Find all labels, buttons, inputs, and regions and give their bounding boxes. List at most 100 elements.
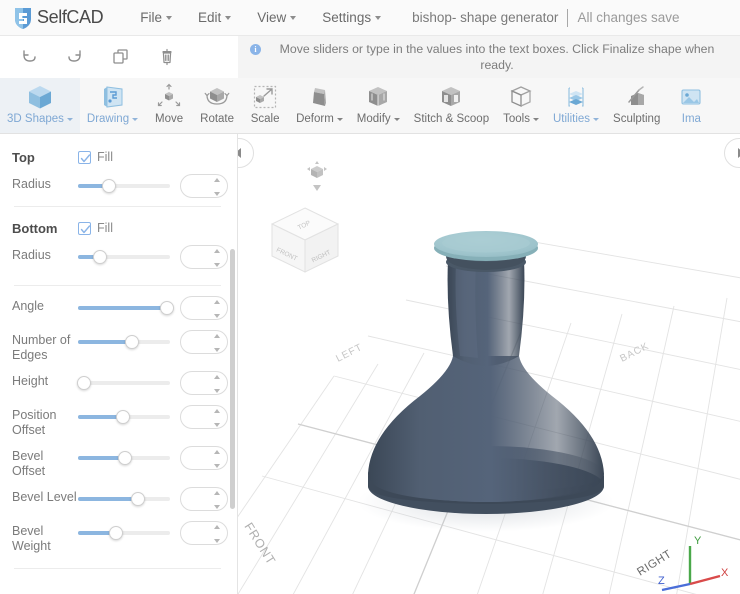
ribbon-tool-tools[interactable]: Tools [496,78,546,133]
stepper-down-icon[interactable] [214,389,220,393]
menu-item-file[interactable]: File [127,6,185,29]
menu-item-settings[interactable]: Settings [309,6,394,29]
panel-scrollbar[interactable] [230,249,235,509]
stepper-up-icon[interactable] [214,249,220,253]
ribbon-tool-rotate[interactable]: Rotate [193,78,241,133]
param-stepper-angle[interactable] [214,300,221,318]
stepper-up-icon[interactable] [214,409,220,413]
param-stepper-bevel-weight[interactable] [214,525,221,543]
menu-item-edit[interactable]: Edit [185,6,244,29]
stepper-down-icon[interactable] [214,423,220,427]
copy-button[interactable] [98,36,144,78]
param-stepper-position-offset[interactable] [214,409,221,427]
stepper-down-icon[interactable] [214,348,220,352]
redo-button[interactable] [52,36,98,78]
modify-icon [363,82,393,112]
chevron-down-icon [532,117,539,121]
param-slider-bevel-level[interactable] [78,487,170,511]
top-radius-slider[interactable] [78,174,170,198]
ribbon-tool-utilities[interactable]: Utilities [546,78,606,133]
param-numberbox-bevel-weight[interactable] [180,521,237,545]
axis-x-label: X [721,567,729,579]
param-slider-bevel-offset[interactable] [78,446,170,470]
param-stepper-number-of-edges[interactable] [214,334,221,352]
stepper-down-icon[interactable] [214,192,220,196]
param-value-bevel-weight[interactable] [181,526,237,540]
param-slider-angle[interactable] [78,296,174,320]
stepper-down-icon[interactable] [214,505,220,509]
ribbon-tool-deform-label: Deform [296,113,343,125]
ribbon-tool-drawing[interactable]: Drawing [80,78,145,133]
param-numberbox-bevel-offset[interactable] [180,446,237,470]
stepper-up-icon[interactable] [214,375,220,379]
stepper-down-icon[interactable] [214,263,220,267]
deform-icon [304,82,334,112]
param-stepper-height[interactable] [214,375,221,393]
chevron-down-icon [336,117,343,121]
ribbon-tool-modify[interactable]: Modify [350,78,407,133]
top-radius-stepper[interactable] [214,178,221,196]
param-numberbox-position-offset[interactable] [180,405,237,429]
ribbon-tool-deform[interactable]: Deform [289,78,350,133]
tools-icon [506,82,536,112]
top-radius-numberbox[interactable] [180,174,237,198]
stepper-up-icon[interactable] [214,491,220,495]
slider-knob[interactable] [131,492,145,506]
param-slider-position-offset[interactable] [78,405,170,429]
cube-icon [25,82,55,112]
bottom-radius-stepper[interactable] [214,249,221,267]
param-slider-number-of-edges[interactable] [78,330,170,354]
view-cube[interactable]: TOP FRONT RIGHT [262,196,348,282]
slider-knob[interactable] [118,451,132,465]
menu-item-view[interactable]: View [244,6,309,29]
ribbon-tool-sculpting[interactable]: Sculpting [606,78,667,133]
param-slider-bevel-weight[interactable] [78,521,170,545]
slider-knob[interactable] [109,526,123,540]
ribbon-tool-scale[interactable]: Scale [241,78,289,133]
document-title[interactable]: bishop- shape generator [412,10,558,25]
stepper-down-icon[interactable] [214,464,220,468]
redo-icon [68,50,81,62]
slider-knob[interactable] [116,410,130,424]
stepper-up-icon[interactable] [214,450,220,454]
ribbon-tool-image[interactable]: Ima [667,78,715,133]
param-slider-height[interactable] [77,371,170,395]
ribbon-tool-3d-shapes[interactable]: 3D Shapes [0,78,80,133]
bottom-radius-slider[interactable] [78,245,170,269]
param-numberbox-angle[interactable] [180,296,237,320]
stepper-up-icon[interactable] [214,334,220,338]
undo-button[interactable] [6,36,52,78]
param-stepper-bevel-level[interactable] [214,491,221,509]
slider-knob[interactable] [102,179,116,193]
stepper-down-icon[interactable] [214,539,220,543]
shape-parameters-panel: Top Fill Radius 64 Bottom Fill Radius 44… [0,134,238,594]
slider-knob[interactable] [160,301,174,315]
param-numberbox-height[interactable] [180,371,237,395]
slider-track [78,381,170,385]
stepper-up-icon[interactable] [214,525,220,529]
bottom-radius-label: Radius [12,248,51,262]
slider-knob[interactable] [77,376,91,390]
3d-viewport[interactable]: LEFT BACK FRONT TOP FRONT RIGHT RIGHT Y … [238,134,740,594]
image-icon [676,82,706,112]
top-fill-checkbox[interactable]: Fill [78,150,113,164]
param-numberbox-number-of-edges[interactable] [180,330,237,354]
ribbon-tool-move[interactable]: Move [145,78,193,133]
bishop-shape-mesh [368,231,604,514]
bottom-radius-numberbox[interactable] [180,245,237,269]
view-home-icon[interactable] [304,160,330,194]
stepper-down-icon[interactable] [214,314,220,318]
chevron-down-icon [393,117,400,121]
param-label-bevel-weight: Bevel Weight [12,524,51,553]
stepper-up-icon[interactable] [214,300,220,304]
top-radius-value[interactable] [181,179,237,193]
bottom-fill-checkbox[interactable]: Fill [78,221,113,235]
slider-knob[interactable] [93,250,107,264]
slider-knob[interactable] [125,335,139,349]
delete-button[interactable] [144,36,190,78]
checkbox-checked-icon [78,221,91,235]
ribbon-tool-stitch-scoop[interactable]: Stitch & Scoop [407,78,496,133]
stepper-up-icon[interactable] [214,178,220,182]
param-numberbox-bevel-level[interactable] [180,487,237,511]
param-stepper-bevel-offset[interactable] [214,450,221,468]
